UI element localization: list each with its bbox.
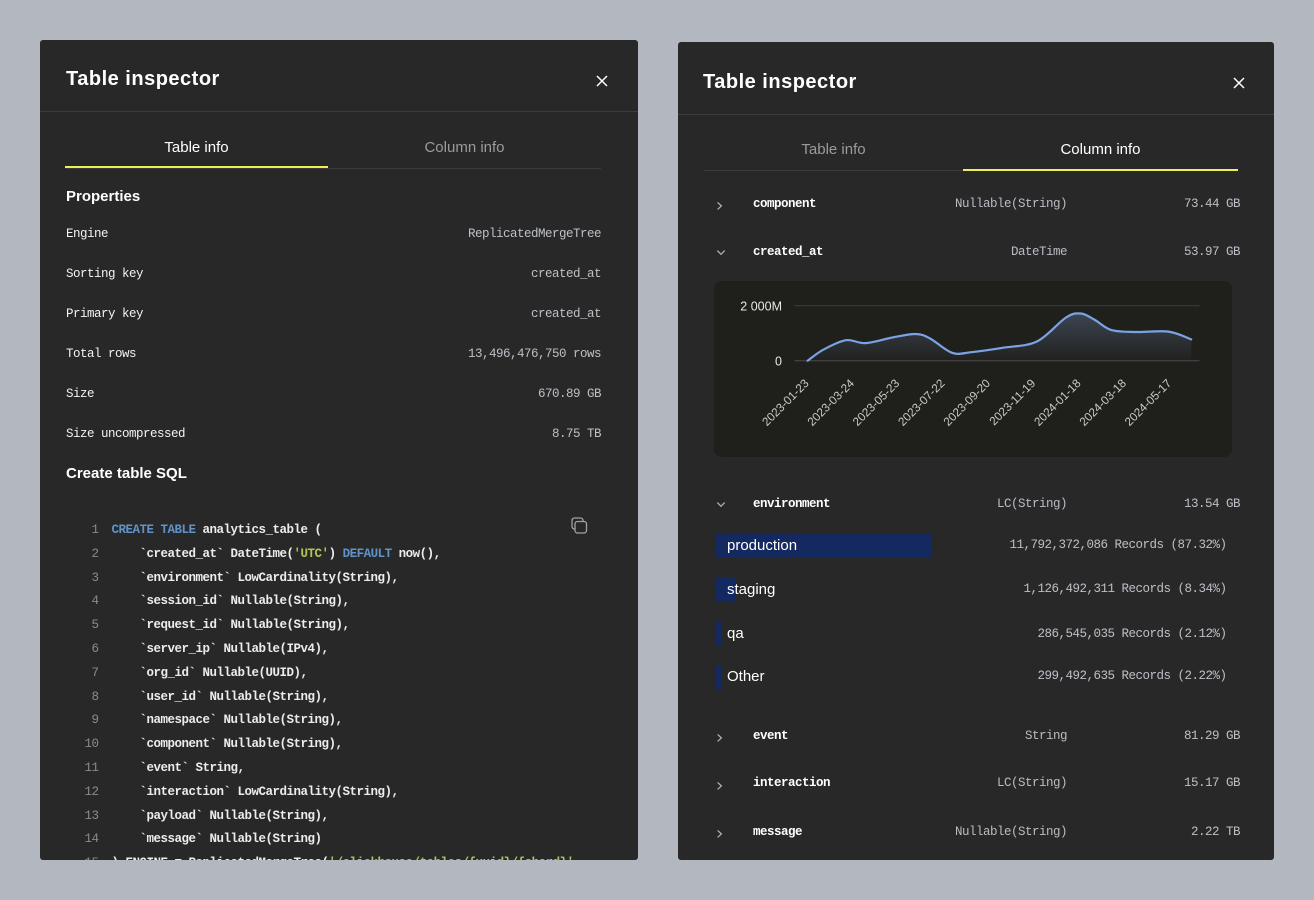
svg-text:2024-03-18: 2024-03-18	[1076, 376, 1129, 429]
svg-text:2023-03-24: 2023-03-24	[804, 376, 857, 429]
svg-text:2023-01-23: 2023-01-23	[759, 376, 812, 429]
svg-text:0: 0	[775, 354, 782, 368]
svg-text:2023-05-23: 2023-05-23	[850, 376, 903, 429]
svg-text:2023-11-19: 2023-11-19	[986, 376, 1038, 428]
svg-text:2 000M: 2 000M	[740, 299, 782, 313]
svg-text:2024-01-18: 2024-01-18	[1031, 376, 1084, 429]
svg-text:2023-09-20: 2023-09-20	[940, 376, 993, 429]
svg-text:2023-07-22: 2023-07-22	[895, 376, 948, 429]
svg-text:2024-05-17: 2024-05-17	[1122, 376, 1175, 429]
